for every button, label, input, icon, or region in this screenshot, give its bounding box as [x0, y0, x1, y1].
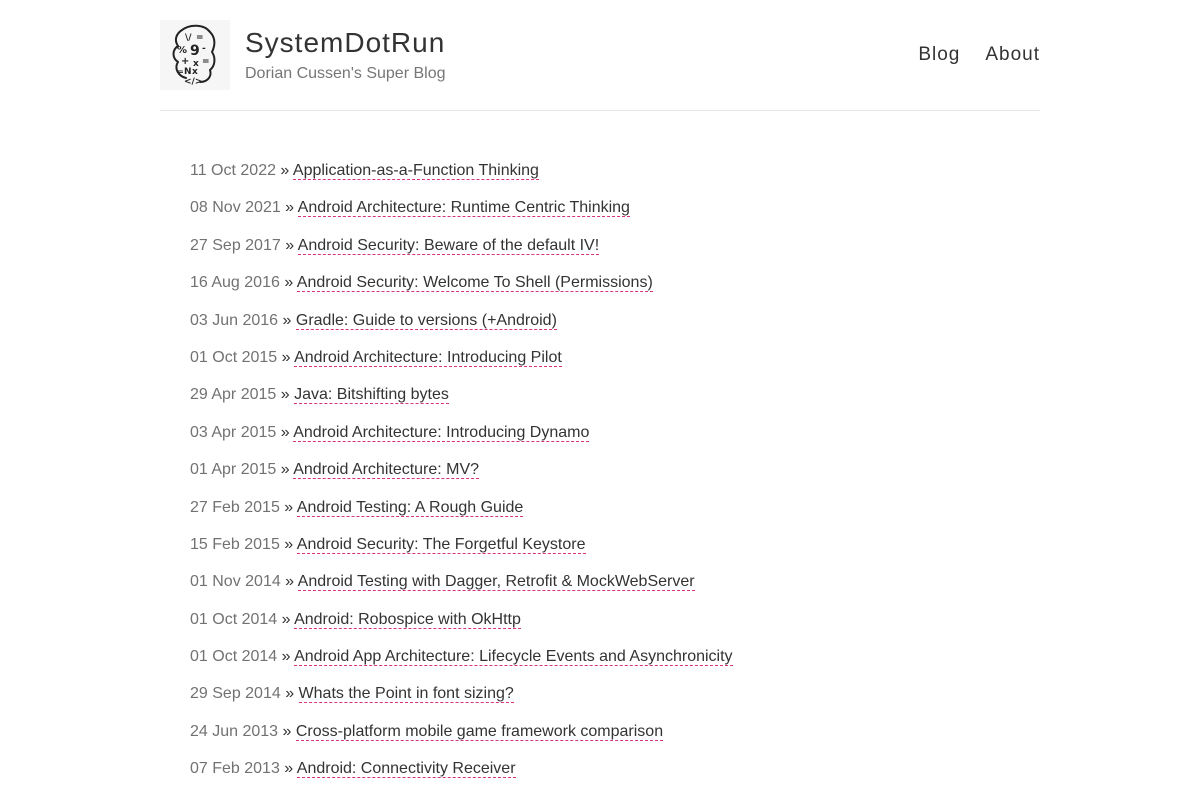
post-list-item: 03 Jun 2016 » Gradle: Guide to versions …: [190, 311, 557, 330]
post-list-item: 29 Sep 2014 » Whats the Point in font si…: [190, 685, 514, 704]
post-date: 27 Feb 2015: [190, 498, 280, 516]
post-link[interactable]: Android Architecture: MV?: [293, 461, 480, 480]
post-link[interactable]: Gradle: Guide to versions (+Android): [295, 311, 557, 330]
post-date: 24 Jun 2013: [190, 722, 279, 740]
svg-text:+: +: [181, 56, 189, 67]
post-date: 08 Nov 2021: [190, 199, 281, 217]
post-link[interactable]: Whats the Point in font sizing?: [298, 685, 514, 704]
post-link[interactable]: Android: Robospice with OkHttp: [294, 610, 521, 629]
post-list: 11 Oct 2022 » Application-as-a-Function …: [190, 160, 733, 796]
post-link[interactable]: Application-as-a-Function Thinking: [292, 162, 539, 180]
post-list-item: 16 Aug 2016 » Android Security: Welcome …: [190, 274, 653, 293]
main-nav: Blog About: [918, 44, 1040, 66]
post-link[interactable]: Android Architecture: Introducing Pilot: [294, 348, 562, 367]
post-list-item: 15 Feb 2015 » Android Security: The Forg…: [190, 535, 586, 554]
post-link[interactable]: Android Architecture: Introducing Dynamo: [293, 423, 590, 442]
svg-text:9: 9: [190, 43, 200, 59]
post-link[interactable]: Android Testing: A Rough Guide: [296, 498, 524, 517]
post-date: 27 Sep 2017: [190, 236, 281, 254]
post-list-item: 07 Feb 2013 » Android: Connectivity Rece…: [190, 760, 516, 779]
post-date: 29 Sep 2014: [190, 685, 281, 703]
post-link[interactable]: Android Architecture: Runtime Centric Th…: [297, 199, 630, 218]
post-list-item: 29 Apr 2015 » Java: Bitshifting bytes: [190, 386, 449, 405]
svg-text:=: =: [196, 33, 204, 43]
post-link[interactable]: Java: Bitshifting bytes: [294, 386, 449, 405]
site-header: \/ = % 9 - + x = = N x </> SystemDotRun …: [160, 0, 1040, 111]
brain-symbols-icon: \/ = % 9 - + x = = N x </>: [172, 24, 216, 87]
post-link[interactable]: Android: Connectivity Receiver: [296, 760, 516, 779]
svg-text:%: %: [177, 45, 187, 56]
svg-text:</>: </>: [184, 77, 202, 87]
post-list-item: 01 Nov 2014 » Android Testing with Dagge…: [190, 573, 695, 592]
post-list-item: 01 Oct 2015 » Android Architecture: Intr…: [190, 348, 562, 367]
post-date: 07 Feb 2013: [190, 760, 280, 778]
svg-text:-: -: [202, 44, 206, 54]
post-date: 03 Jun 2016: [190, 311, 279, 329]
post-date: 01 Nov 2014: [190, 573, 281, 591]
post-date: 16 Aug 2016: [190, 274, 280, 292]
post-date: 29 Apr 2015: [190, 386, 277, 404]
post-list-item: 11 Oct 2022 » Application-as-a-Function …: [190, 162, 539, 180]
post-date: 15 Feb 2015: [190, 535, 280, 553]
post-link[interactable]: Android Security: Beware of the default …: [297, 236, 600, 255]
svg-text:\/: \/: [185, 33, 192, 43]
post-date: 01 Oct 2014: [190, 610, 278, 628]
post-date: 01 Apr 2015: [190, 461, 277, 479]
post-link[interactable]: Android App Architecture: Lifecycle Even…: [294, 648, 733, 667]
post-list-item: 01 Apr 2015 » Android Architecture: MV?: [190, 461, 480, 480]
site-title[interactable]: SystemDotRun: [245, 27, 445, 59]
post-list-item: 01 Oct 2014 » Android App Architecture: …: [190, 648, 733, 667]
post-date: 01 Oct 2015: [190, 348, 278, 366]
site-logo[interactable]: \/ = % 9 - + x = = N x </>: [160, 20, 230, 90]
post-list-item: 24 Jun 2013 » Cross-platform mobile game…: [190, 722, 664, 741]
post-list-item: 27 Feb 2015 » Android Testing: A Rough G…: [190, 498, 524, 517]
post-list-item: 08 Nov 2021 » Android Architecture: Runt…: [190, 199, 630, 218]
post-date: 01 Oct 2014: [190, 648, 278, 666]
svg-text:N: N: [184, 67, 192, 77]
post-list-item: 27 Sep 2017 » Android Security: Beware o…: [190, 236, 600, 255]
post-link[interactable]: Cross-platform mobile game framework com…: [295, 722, 664, 741]
site-subtitle: Dorian Cussen's Super Blog: [245, 65, 446, 82]
svg-text:=: =: [202, 57, 210, 67]
post-link[interactable]: Android Security: Welcome To Shell (Perm…: [296, 274, 653, 293]
svg-text:x: x: [192, 67, 198, 77]
post-date: 11 Oct 2022: [190, 162, 276, 179]
nav-link-blog[interactable]: Blog: [918, 44, 960, 66]
post-list-item: 01 Oct 2014 » Android: Robospice with Ok…: [190, 610, 521, 629]
svg-text:=: =: [177, 67, 184, 76]
post-link[interactable]: Android Testing with Dagger, Retrofit & …: [297, 573, 695, 592]
post-link[interactable]: Android Security: The Forgetful Keystore: [296, 535, 586, 554]
post-list-item: 03 Apr 2015 » Android Architecture: Intr…: [190, 423, 590, 442]
nav-link-about[interactable]: About: [985, 44, 1040, 66]
post-date: 03 Apr 2015: [190, 423, 277, 441]
